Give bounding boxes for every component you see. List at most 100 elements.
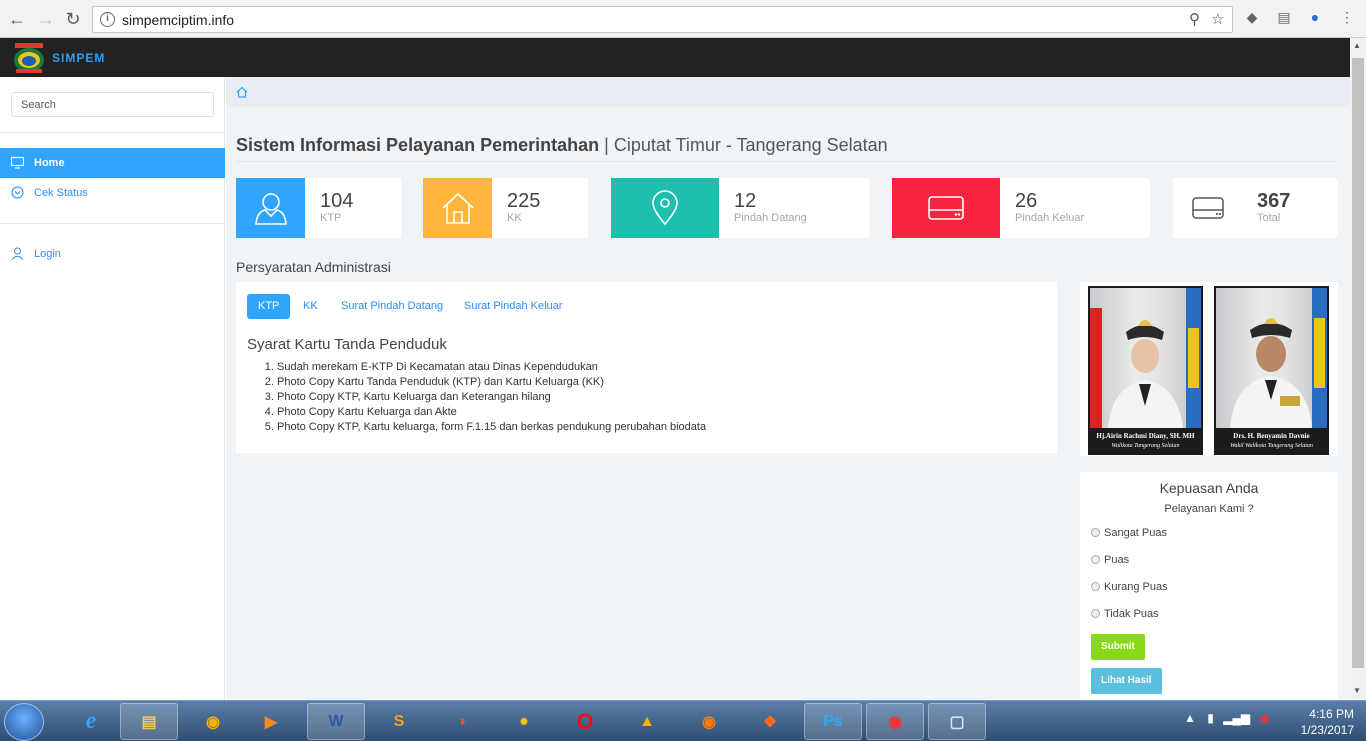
page-title-main: Sistem Informasi Pelayanan Pemerintahan <box>236 135 600 155</box>
chrome-icon[interactable]: ◉ <box>866 703 924 740</box>
scrollbar-thumb[interactable] <box>1352 58 1364 668</box>
stat-tile <box>1173 178 1242 238</box>
radio-button[interactable] <box>1091 609 1100 618</box>
start-button[interactable] <box>4 703 44 741</box>
extension-person-icon[interactable]: ● <box>1306 9 1324 27</box>
stat-card-pindah-datang: 12 Pindah Datang <box>611 178 869 238</box>
app-header: SIMPEM <box>0 38 1350 77</box>
stat-card-pindah-keluar: 26 Pindah Keluar <box>892 178 1150 238</box>
hard-drive-icon <box>928 196 964 220</box>
list-item: Photo Copy KTP, Kartu Keluarga dan Keter… <box>277 390 706 405</box>
taskbar-clock[interactable]: 4:16 PM 1/23/2017 <box>1282 706 1354 738</box>
back-arrow-icon[interactable]: ← <box>7 9 27 29</box>
sidebar-divider <box>0 223 225 224</box>
logo-emblem-icon[interactable] <box>12 42 46 74</box>
brand-title[interactable]: SIMPEM <box>52 51 105 65</box>
title-divider <box>236 161 1338 162</box>
word-icon[interactable]: W <box>307 703 365 740</box>
submit-button[interactable]: Submit <box>1091 634 1145 660</box>
stat-value: 367 <box>1257 190 1291 212</box>
tab-ktp[interactable]: KTP <box>247 294 291 319</box>
survey-question: Pelayanan Kami ? <box>1164 503 1254 515</box>
zoom-icon[interactable]: ⚲ <box>1189 10 1200 28</box>
home-icon <box>441 192 474 224</box>
sublime-text-icon[interactable]: S <box>370 703 428 740</box>
sidebar-item-home[interactable]: Home <box>0 148 225 178</box>
radio-option-sangat-puas[interactable]: Sangat Puas <box>1091 527 1167 539</box>
radio-option-kurang-puas[interactable]: Kurang Puas <box>1091 581 1168 593</box>
paint-icon[interactable]: ◉ <box>184 703 242 740</box>
tray-network-icon[interactable]: ▮ <box>1207 711 1214 725</box>
radio-option-tidak-puas[interactable]: Tidak Puas <box>1091 608 1159 620</box>
tab-surat-pindah-keluar[interactable]: Surat Pindah Keluar <box>453 294 573 319</box>
officials-photos: Hj.Airin Rachmi Diany, SH. MH Walikota T… <box>1080 282 1338 456</box>
internet-explorer-icon[interactable]: e <box>62 703 120 740</box>
app-triangle-icon[interactable]: ▲ <box>618 703 676 740</box>
stat-value: 26 <box>1015 190 1038 212</box>
radio-option-puas[interactable]: Puas <box>1091 554 1129 566</box>
official-role: Wakil Walikota Tangerang Selatan <box>1230 443 1313 449</box>
url-text[interactable]: simpemciptim.info <box>122 12 234 28</box>
official-photo: Drs. H. Benyamin Davnie Wakil Walikota T… <box>1214 286 1329 455</box>
xampp-icon[interactable]: ❖ <box>741 703 799 740</box>
scroll-up-icon[interactable]: ▲ <box>1353 41 1361 50</box>
stat-label: KTP <box>320 212 342 224</box>
virtualbox-icon[interactable]: ▢ <box>928 703 986 740</box>
sidebar-item-cek-status[interactable]: Cek Status <box>0 178 225 208</box>
tray-signal-icon[interactable]: ▂▄▆ <box>1223 711 1250 725</box>
tray-volume-icon[interactable]: ◉ <box>1260 711 1270 725</box>
stat-label: KK <box>507 212 522 224</box>
survey-panel: Kepuasan Anda Pelayanan Kami ? Sangat Pu… <box>1080 472 1338 700</box>
user-icon <box>11 247 24 260</box>
official-photo: Hj.Airin Rachmi Diany, SH. MH Walikota T… <box>1088 286 1203 455</box>
bookmark-star-icon[interactable]: ☆ <box>1211 10 1224 28</box>
tab-surat-pindah-datang[interactable]: Surat Pindah Datang <box>330 294 454 319</box>
stat-value: 12 <box>734 190 757 212</box>
info-icon[interactable]: i <box>100 12 115 27</box>
clock-date: 1/23/2017 <box>1300 723 1354 737</box>
stat-value: 104 <box>320 190 354 212</box>
menu-icon[interactable]: ⋮ <box>1338 9 1356 27</box>
page-title: Sistem Informasi Pelayanan Pemerintahan … <box>236 135 888 156</box>
stat-tile <box>423 178 492 238</box>
app-icon[interactable]: ◑ <box>432 703 490 740</box>
list-item: Photo Copy KTP, Kartu keluarga, form F.1… <box>277 420 706 435</box>
sidebar-item-label: Cek Status <box>34 187 88 199</box>
firefox-icon[interactable]: ◉ <box>680 703 738 740</box>
chevron-circle-icon <box>11 186 24 199</box>
forward-arrow-icon[interactable]: → <box>36 9 56 29</box>
tab-kk[interactable]: KK <box>292 294 329 319</box>
user-icon <box>254 193 287 225</box>
results-button[interactable]: Lihat Hasil <box>1091 668 1162 694</box>
official-name: Drs. H. Benyamin Davnie <box>1233 432 1310 440</box>
radio-button[interactable] <box>1091 528 1100 537</box>
requirements-list: Sudah merekam E-KTP Di Kecamatan atau Di… <box>277 360 706 435</box>
requirements-panel: KTP KK Surat Pindah Datang Surat Pindah … <box>236 282 1057 453</box>
radio-button[interactable] <box>1091 555 1100 564</box>
stat-label: Pindah Datang <box>734 212 807 224</box>
reload-icon[interactable]: ↻ <box>63 9 83 29</box>
official-name: Hj.Airin Rachmi Diany, SH. MH <box>1096 432 1195 440</box>
page-scrollbar[interactable]: ▲ ▼ <box>1350 38 1366 700</box>
address-bar[interactable]: i simpemciptim.info ⚲ ☆ <box>92 6 1233 33</box>
extension-cube-icon[interactable]: ◆ <box>1243 9 1261 27</box>
sidebar-item-login[interactable]: Login <box>0 239 225 269</box>
tray-expand-icon[interactable]: ▲ <box>1184 711 1196 725</box>
scroll-down-icon[interactable]: ▼ <box>1353 686 1361 695</box>
photoshop-icon[interactable]: Ps <box>804 703 862 740</box>
radio-label: Puas <box>1104 554 1130 566</box>
sidebar-item-label: Home <box>34 157 65 169</box>
stat-tile <box>611 178 719 238</box>
app-icon[interactable]: ● <box>495 703 553 740</box>
hard-drive-icon <box>1191 197 1224 219</box>
media-player-icon[interactable]: ▶ <box>242 703 300 740</box>
survey-title: Kepuasan Anda <box>1159 480 1259 496</box>
main-content: Sistem Informasi Pelayanan Pemerintahan … <box>226 77 1350 700</box>
extension-cast-icon[interactable]: ▤ <box>1275 9 1293 27</box>
stat-card-ktp: 104 KTP <box>236 178 401 238</box>
search-input[interactable] <box>11 92 214 117</box>
radio-button[interactable] <box>1091 582 1100 591</box>
file-explorer-icon[interactable]: ▤ <box>120 703 178 740</box>
home-icon[interactable] <box>236 86 248 98</box>
opera-icon[interactable]: O <box>556 703 614 740</box>
